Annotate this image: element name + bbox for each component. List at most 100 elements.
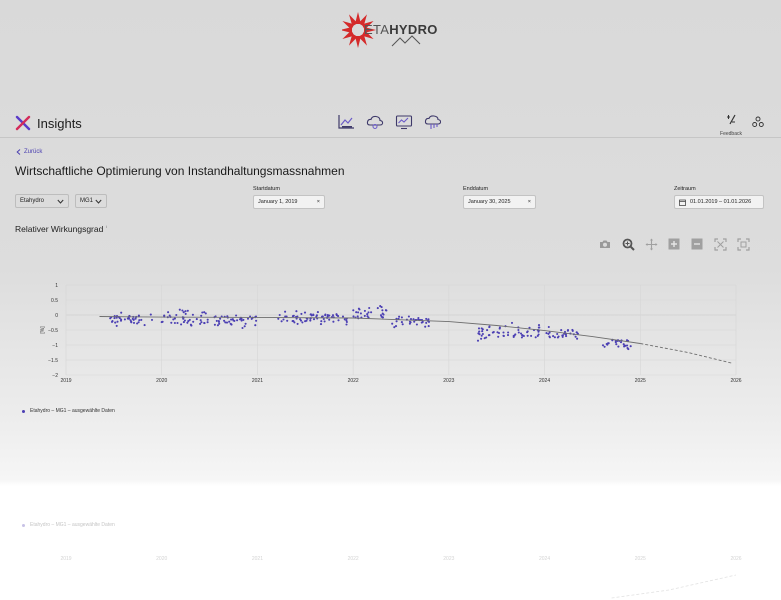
cloud-gear-icon[interactable] xyxy=(366,114,384,130)
data-point xyxy=(381,316,384,319)
data-point xyxy=(186,309,189,312)
data-point xyxy=(173,321,176,325)
data-point xyxy=(113,317,116,320)
y-tick-label: −0.5 xyxy=(48,328,58,334)
x-tick-label: 2021 xyxy=(252,378,263,384)
unit-select[interactable]: MG1 xyxy=(75,194,107,208)
data-point xyxy=(130,321,133,324)
data-point xyxy=(537,330,540,333)
chevron-down-icon xyxy=(57,199,64,204)
data-point xyxy=(548,335,551,338)
unit-select-value: MG1 xyxy=(80,198,94,204)
organization-icon[interactable] xyxy=(752,116,764,128)
data-point xyxy=(136,322,139,325)
chart-info-icon[interactable]: i xyxy=(106,224,107,229)
data-point xyxy=(497,331,501,335)
data-point xyxy=(280,320,283,323)
data-point xyxy=(537,324,541,327)
data-point xyxy=(606,342,609,345)
clear-start-date-button[interactable]: × xyxy=(317,199,320,205)
data-point xyxy=(300,312,303,315)
data-point xyxy=(301,321,304,324)
cloud-chart-icon[interactable] xyxy=(424,114,442,130)
data-point xyxy=(352,315,355,318)
data-point xyxy=(200,314,203,317)
reflection-forecast xyxy=(611,574,737,599)
data-point xyxy=(547,325,550,329)
data-point xyxy=(115,324,118,327)
autoscale-icon[interactable] xyxy=(713,237,727,251)
reflection-tick-label: 2026 xyxy=(730,556,741,562)
data-point xyxy=(407,315,410,318)
start-date-value: January 1, 2019 xyxy=(258,199,298,205)
monitor-chart-icon[interactable] xyxy=(395,114,413,130)
app-title: Insights xyxy=(37,115,82,131)
data-point xyxy=(614,341,617,344)
reflection-legend-marker xyxy=(22,523,25,527)
data-point xyxy=(149,313,152,316)
data-point xyxy=(408,320,412,323)
efficiency-chart[interactable]: 1 0.5 0 −0.5 −1 −1.5 −22019 2020 2021 2022 2023 202… xyxy=(0,270,781,400)
clear-end-date-button[interactable]: × xyxy=(528,199,531,205)
data-point xyxy=(312,318,316,321)
data-point xyxy=(534,336,537,339)
end-date-input[interactable]: January 30, 2025 × xyxy=(463,195,536,209)
data-point xyxy=(341,315,345,318)
reset-axes-icon[interactable] xyxy=(736,237,750,251)
data-point xyxy=(395,320,398,323)
chart-legend[interactable]: Etahydro – MG1 – ausgewählte Daten xyxy=(22,408,115,414)
zoom-out-icon[interactable] xyxy=(690,237,704,251)
data-point xyxy=(255,319,258,322)
data-point xyxy=(337,315,340,318)
x-tick-label: 2023 xyxy=(443,378,454,384)
back-link[interactable]: Zurück xyxy=(16,149,42,155)
chart-line-icon[interactable] xyxy=(337,114,355,130)
company-select[interactable]: Etahydro xyxy=(15,194,69,208)
data-point xyxy=(481,330,484,333)
camera-icon[interactable] xyxy=(598,237,612,251)
data-point xyxy=(243,325,246,328)
reflection-tick-label: 2025 xyxy=(635,556,646,562)
data-point xyxy=(488,326,491,329)
data-point xyxy=(617,345,620,348)
data-point xyxy=(477,332,480,335)
reflection-chart: 2019 2020 2021 2022 2023 2024 2025 2026 xyxy=(60,556,742,599)
data-point xyxy=(328,318,331,321)
data-point xyxy=(345,323,348,326)
data-point xyxy=(277,317,280,320)
data-point xyxy=(481,332,484,336)
data-point xyxy=(309,313,312,316)
data-point xyxy=(291,320,294,323)
app-brand[interactable]: Insights xyxy=(15,115,82,131)
data-point xyxy=(526,330,529,333)
pan-icon[interactable] xyxy=(644,237,658,251)
zoom-in-icon[interactable] xyxy=(667,237,681,251)
data-point xyxy=(370,311,373,314)
start-date-input[interactable]: January 1, 2019 × xyxy=(253,195,325,209)
data-point xyxy=(538,326,541,329)
data-point xyxy=(161,320,164,323)
data-point xyxy=(129,319,132,322)
data-point xyxy=(150,318,154,321)
data-point xyxy=(521,334,524,337)
page-title: Wirtschaftliche Optimierung von Instandh… xyxy=(15,164,345,178)
data-point xyxy=(517,331,520,334)
data-point xyxy=(576,337,579,340)
data-point xyxy=(295,310,298,313)
data-point xyxy=(199,319,202,322)
reflection-tick-label: 2024 xyxy=(539,556,550,562)
range-input[interactable]: 01.01.2019 – 01.01.2026 xyxy=(674,195,764,209)
data-point xyxy=(286,319,289,322)
data-point xyxy=(190,324,193,327)
zoom-icon[interactable] xyxy=(621,237,635,251)
feedback-button[interactable]: Feedback xyxy=(720,112,742,137)
data-point xyxy=(357,307,360,310)
data-point xyxy=(242,318,245,321)
data-point xyxy=(203,321,206,325)
reflection-tick-label: 2021 xyxy=(252,556,263,562)
data-point xyxy=(137,314,140,317)
etahydro-logo: ETAHYDRO xyxy=(340,8,437,53)
data-point xyxy=(323,320,326,323)
data-point xyxy=(182,321,185,324)
data-point xyxy=(478,330,481,333)
